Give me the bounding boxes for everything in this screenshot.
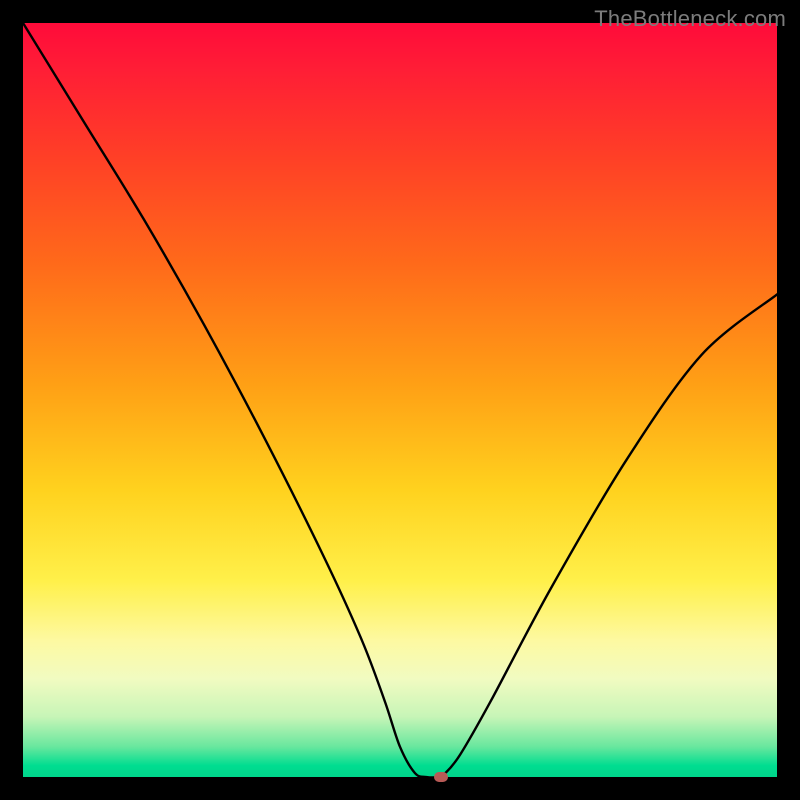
watermark-text: TheBottleneck.com <box>594 6 786 32</box>
optimal-point-marker <box>434 772 448 783</box>
plot-gradient-background <box>23 23 777 777</box>
bottleneck-curve <box>23 23 777 777</box>
chart-frame: TheBottleneck.com <box>0 0 800 800</box>
